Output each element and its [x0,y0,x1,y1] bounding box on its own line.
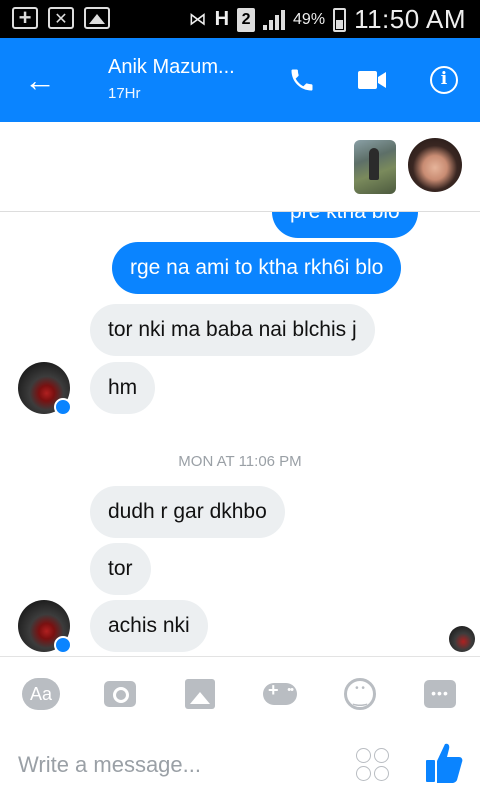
message-text: pre ktha blo [290,212,400,223]
message-text: rge na ami to ktha rkh6i blo [130,256,384,279]
gamepad-icon [263,680,297,705]
message-bubble-incoming[interactable]: achis nki [90,600,208,652]
notification-icons [12,5,110,31]
message-bubble-outgoing[interactable]: pre ktha blo [272,212,418,238]
message-text: tor [108,557,133,580]
contact-profile-photo[interactable] [408,138,462,192]
contact-name: Anik Mazum... [108,56,235,78]
text-style-icon: Aa [22,678,60,710]
messenger-badge-icon [54,398,72,416]
mail-icon [48,7,74,29]
message-bubble-incoming[interactable]: dudh r gar dkhbo [90,486,285,538]
message-bubble-incoming[interactable]: hm [90,362,156,414]
status-bar: ⋈ H 2 49% 11:50 AM [0,0,480,38]
image-icon [84,7,110,29]
battery-percent: 49% [293,10,326,28]
message-text: hm [108,376,138,399]
messenger-badge-icon [54,636,72,654]
message-input[interactable] [18,748,318,782]
battery-icon [333,7,347,32]
network-type: H [214,8,230,30]
phone-icon[interactable] [282,60,322,100]
camera-button[interactable] [101,675,139,713]
sender-avatar[interactable] [18,362,72,416]
gallery-button[interactable] [181,675,219,713]
gallery-icon [185,679,215,709]
composer-toolbar: Aa ••• [0,656,480,728]
text-style-button[interactable]: Aa [22,675,60,713]
message-text: achis nki [108,614,190,637]
active-status: 17Hr [108,85,141,102]
message-text: tor nki ma baba nai blchis j [108,318,357,341]
clock: 11:50 AM [354,4,466,34]
seen-indicator-avatar [449,626,475,652]
sim-indicator: 2 [237,7,256,32]
info-icon[interactable]: i [424,60,464,100]
conversation-header: ← Anik Mazum... 17Hr i [0,38,480,122]
mute-icon: ⋈ [188,9,207,29]
message-text: dudh r gar dkhbo [108,500,267,523]
emoji-icon [344,678,376,710]
message-bubble-outgoing[interactable]: rge na ami to ktha rkh6i blo [112,242,402,294]
message-timestamp: MON AT 11:06 PM [178,453,302,470]
contact-info[interactable]: Anik Mazum... 17Hr [108,56,235,102]
more-icon: ••• [424,680,456,708]
add-notification-icon [12,5,38,31]
signal-icon [263,9,286,30]
system-indicators: ⋈ H 2 49% 11:50 AM [189,4,466,35]
back-arrow-icon[interactable]: ← [20,60,60,100]
sticker-icon[interactable] [356,748,390,782]
message-bubble-incoming[interactable]: tor nki ma baba nai blchis j [90,304,375,356]
shared-photo-thumbnail[interactable] [354,140,396,194]
like-thumbs-up-icon[interactable] [424,740,464,786]
message-bubble-incoming[interactable]: tor [90,543,151,595]
message-thread[interactable]: pre ktha blo rge na ami to ktha rkh6i bl… [0,212,480,656]
camera-icon [104,681,136,707]
more-button[interactable]: ••• [421,675,459,713]
message-composer [0,728,480,800]
sender-avatar[interactable] [18,600,72,654]
emoji-button[interactable] [341,675,379,713]
games-button[interactable] [261,675,299,713]
video-camera-icon[interactable] [352,60,392,100]
